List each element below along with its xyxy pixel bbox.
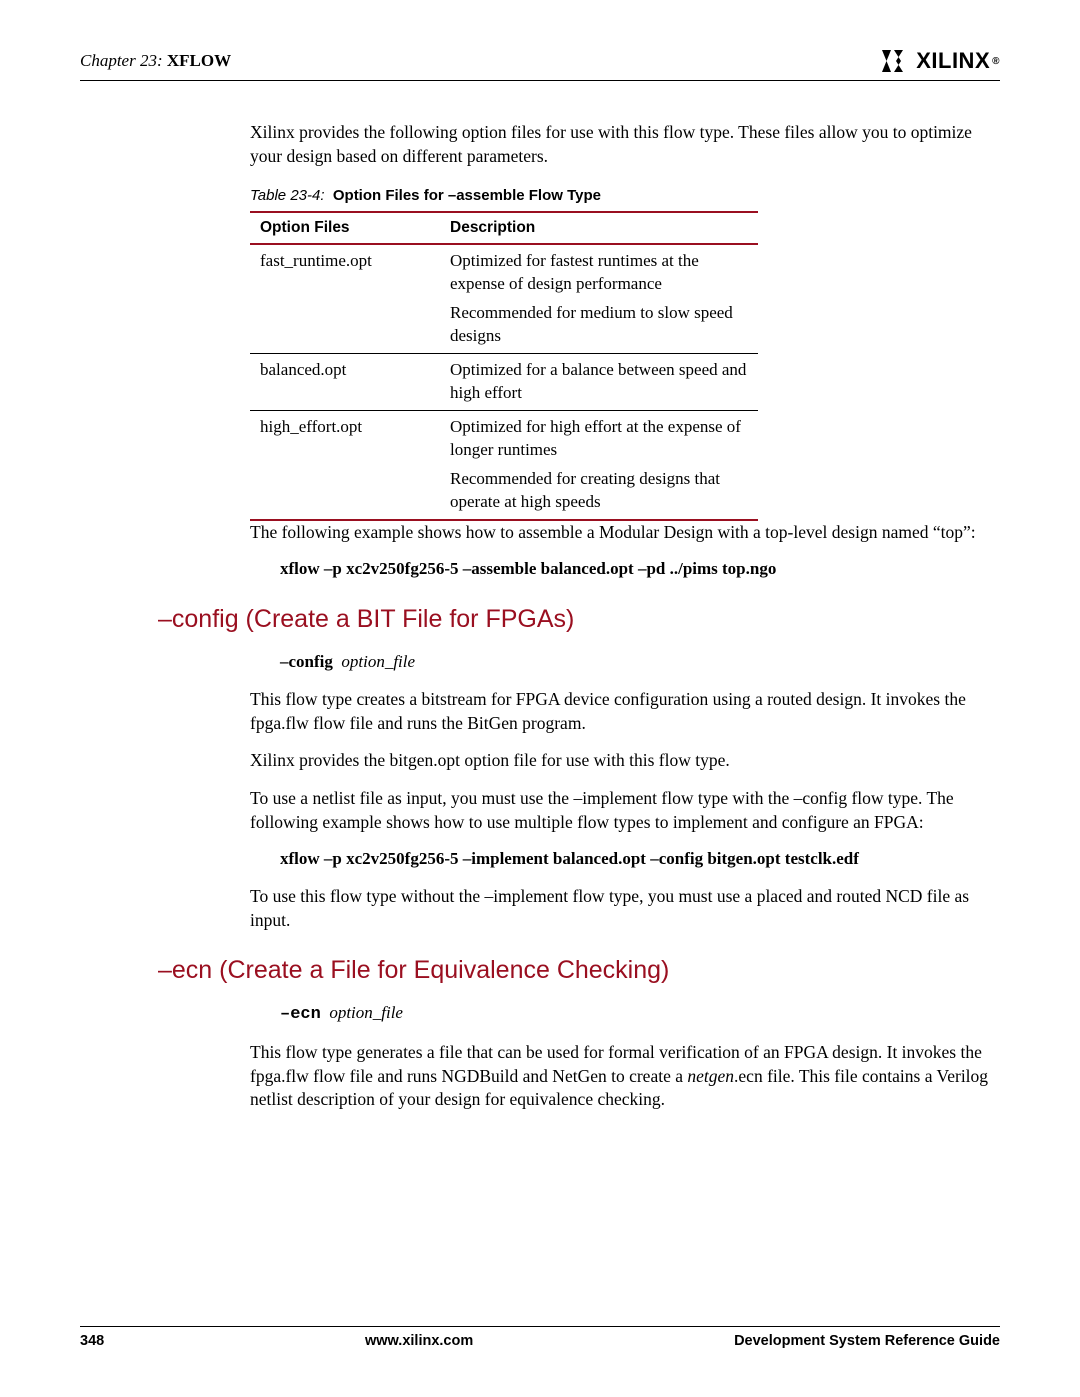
table-header-row: Option Files Description — [250, 212, 758, 245]
syntax-arg: option_file — [329, 1003, 403, 1022]
page-number: 348 — [80, 1333, 104, 1349]
caption-title: Option Files for –assemble Flow Type — [333, 187, 601, 204]
page-footer: 348 www.xilinx.com Development System Re… — [80, 1326, 1000, 1349]
table-row: high_effort.opt Optimized for high effor… — [250, 411, 758, 520]
page-header: Chapter 23: XFLOW XILINX® — [80, 48, 1000, 81]
cell-desc: Optimized for high effort at the expense… — [440, 411, 758, 520]
config-p4: To use this flow type without the –imple… — [250, 885, 1000, 932]
option-files-table: Option Files Description fast_runtime.op… — [250, 211, 758, 521]
command-line-config: xflow –p xc2v250fg256-5 –implement balan… — [250, 848, 1000, 871]
after-table-paragraph: The following example shows how to assem… — [250, 521, 1000, 545]
cell-file: balanced.opt — [250, 354, 440, 411]
footer-url: www.xilinx.com — [104, 1333, 734, 1349]
brand-logo: XILINX® — [882, 48, 1000, 74]
table-row: balanced.opt Optimized for a balance bet… — [250, 354, 758, 411]
syntax-arg: option_file — [341, 652, 415, 671]
desc-line: Recommended for creating designs that op… — [450, 468, 748, 514]
ecn-p1: This flow type generates a file that can… — [250, 1041, 1000, 1112]
page: Chapter 23: XFLOW XILINX® Xilinx provide… — [0, 0, 1080, 1397]
brand-text: XILINX — [916, 48, 990, 74]
doc-title: Development System Reference Guide — [734, 1333, 1000, 1349]
command-line-assemble: xflow –p xc2v250fg256-5 –assemble balanc… — [250, 558, 1000, 581]
syntax-ecn: –ecn option_file — [250, 1002, 1000, 1027]
cell-file: high_effort.opt — [250, 411, 440, 520]
syntax-keyword: –ecn — [280, 1005, 321, 1024]
syntax-keyword: –config — [280, 652, 333, 671]
chapter-label: Chapter 23: XFLOW — [80, 51, 231, 71]
table-caption: Table 23-4: Option Files for –assemble F… — [250, 186, 1000, 206]
reg-mark: ® — [992, 56, 1000, 67]
table-row: fast_runtime.opt Optimized for fastest r… — [250, 244, 758, 353]
cell-desc: Optimized for fastest runtimes at the ex… — [440, 244, 758, 353]
desc-line: Recommended for medium to slow speed des… — [450, 302, 748, 348]
desc-line: Optimized for a balance between speed an… — [450, 359, 748, 405]
ecn-p1-em: netgen — [687, 1066, 734, 1086]
col-description: Description — [440, 212, 758, 245]
desc-line: Optimized for fastest runtimes at the ex… — [450, 250, 748, 296]
chapter-prefix: Chapter 23: — [80, 51, 163, 70]
config-p3: To use a netlist file as input, you must… — [250, 787, 1000, 834]
intro-paragraph: Xilinx provides the following option fil… — [250, 121, 1000, 168]
section-heading-config: –config (Create a BIT File for FPGAs) — [158, 603, 1000, 637]
desc-line: Optimized for high effort at the expense… — [450, 416, 748, 462]
config-p2: Xilinx provides the bitgen.opt option fi… — [250, 749, 1000, 773]
cell-desc: Optimized for a balance between speed an… — [440, 354, 758, 411]
col-option-files: Option Files — [250, 212, 440, 245]
cell-file: fast_runtime.opt — [250, 244, 440, 353]
caption-prefix: Table 23-4: — [250, 187, 325, 204]
body-column: Xilinx provides the following option fil… — [250, 121, 1000, 1112]
chapter-title: XFLOW — [167, 51, 231, 70]
xilinx-icon — [882, 50, 910, 72]
syntax-config: –config option_file — [250, 651, 1000, 674]
section-heading-ecn: –ecn (Create a File for Equivalence Chec… — [158, 954, 1000, 988]
config-p1: This flow type creates a bitstream for F… — [250, 688, 1000, 735]
